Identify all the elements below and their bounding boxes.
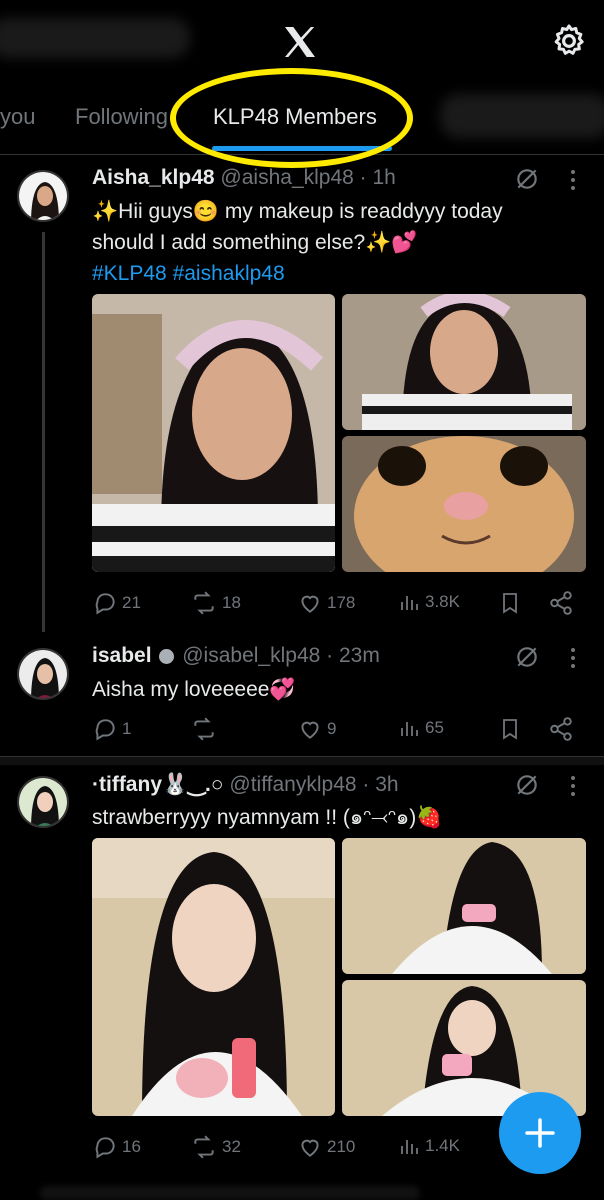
post-actions: 21 18 178 3.8K [92,590,572,620]
like-button[interactable]: 210 [297,1134,355,1160]
views-icon [401,596,418,610]
views-button[interactable]: 65 [397,716,444,740]
reply-icon [95,593,115,615]
post-text-line: strawberryyy nyamnyam !! (๑ᵔ⤙ᵔ๑)🍓 [92,806,443,829]
handle[interactable]: @tiffanyklp48 [229,773,356,796]
repost-count: 32 [222,1137,241,1156]
post-header: isabel @isabel_klp48 · 23m [92,644,380,668]
timestamp: · 1h [359,166,396,189]
views-button[interactable]: 1.4K [397,1134,460,1158]
heart-icon [301,595,319,613]
reply-button[interactable]: 16 [92,1134,141,1160]
avatar[interactable] [17,170,69,222]
post-image[interactable] [92,838,335,1116]
repost-button[interactable]: 18 [190,590,241,616]
post-header: ·tiffany🐰‿.○ @tiffanyklp48 · 3h [92,772,399,797]
post-image[interactable] [342,838,586,974]
avatar[interactable] [17,648,69,700]
reply-button[interactable]: 1 [92,716,131,742]
more-icon[interactable] [566,646,580,670]
plus-icon [525,1118,555,1148]
post-text: strawberryyy nyamnyam !! (๑ᵔ⤙ᵔ๑)🍓 [92,802,442,833]
tab-following[interactable]: Following [75,104,168,130]
like-button[interactable]: 9 [297,716,336,742]
avatar[interactable] [17,776,69,828]
hashtag-links[interactable]: #KLP48 #aishaklp48 [92,258,503,289]
bookmark-icon[interactable] [498,590,522,616]
repost-icon [194,1135,214,1159]
heart-icon [301,721,319,739]
views-button[interactable]: 3.8K [397,590,460,614]
like-count: 178 [327,593,356,612]
grok-icon[interactable] [514,166,540,192]
like-count: 9 [327,719,337,738]
repost-icon [194,591,214,615]
post-text-line: ✨Hii guys😊 my makeup is readdyyy today [92,200,503,223]
thread-line [42,232,45,632]
post-actions: 1 9 65 [92,716,572,746]
view-count: 1.4K [425,1136,460,1155]
display-name[interactable]: Aisha_klp48 [92,166,215,189]
reply-button[interactable]: 21 [92,590,141,616]
gear-icon[interactable] [550,22,588,60]
like-button[interactable]: 178 [297,590,355,616]
repost-button[interactable] [190,716,222,742]
post-text-line: should I add something else?✨💕 [92,231,418,254]
post-image[interactable] [342,436,586,572]
more-icon[interactable] [566,168,580,192]
view-count: 65 [425,718,444,737]
timestamp: · 3h [362,773,399,796]
redacted-area [0,18,190,58]
highlight-circle [170,68,413,168]
share-icon[interactable] [548,716,574,742]
heart-icon [301,1139,319,1157]
display-name[interactable]: ·tiffany🐰‿.○ [92,773,224,796]
tab-for-you[interactable]: you [0,104,35,130]
reply-count: 1 [122,719,132,738]
grok-icon[interactable] [514,772,540,798]
reply-icon [95,1137,115,1159]
redacted-tab [440,94,604,138]
bookmark-icon[interactable] [498,716,522,742]
post-text: ✨Hii guys😊 my makeup is readdyyy today s… [92,196,503,289]
timestamp: · 23m [326,644,380,667]
reply-count: 21 [122,593,141,612]
post-image[interactable] [342,294,586,430]
views-icon [401,1140,418,1154]
repost-icon [194,717,214,741]
reply-count: 16 [122,1137,141,1156]
post-text-line: Aisha my loveeeee💞 [92,678,296,701]
verified-badge-icon [159,648,175,664]
post-text: Aisha my loveeeee💞 [92,674,296,705]
compose-button[interactable] [499,1092,581,1174]
post-image[interactable] [92,294,335,572]
more-icon[interactable] [566,774,580,798]
post-divider [0,756,604,765]
display-name[interactable]: isabel [92,644,152,667]
handle[interactable]: @aisha_klp48 [220,166,353,189]
handle[interactable]: @isabel_klp48 [182,644,320,667]
repost-count: 18 [222,593,241,612]
reply-icon [95,719,115,741]
post-header: Aisha_klp48 @aisha_klp48 · 1h [92,166,396,190]
share-icon[interactable] [548,590,574,616]
repost-button[interactable]: 32 [190,1134,241,1160]
x-logo-icon[interactable] [280,22,320,62]
like-count: 210 [327,1137,356,1156]
next-post-preview [40,1186,420,1200]
view-count: 3.8K [425,592,460,611]
views-icon [401,722,418,736]
grok-icon[interactable] [514,644,540,670]
